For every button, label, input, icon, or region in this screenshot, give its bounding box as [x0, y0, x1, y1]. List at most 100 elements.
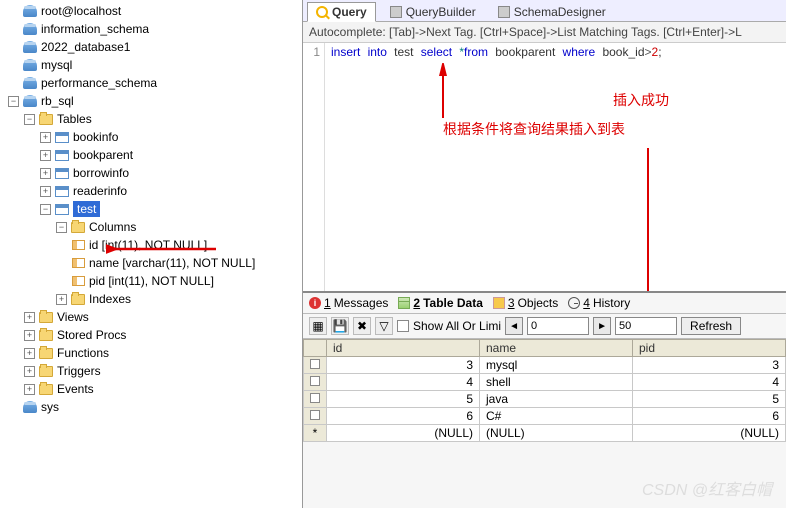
indexes-folder[interactable]: +Indexes	[4, 290, 302, 308]
row-checkbox[interactable]	[310, 393, 320, 403]
row-checkbox[interactable]	[310, 410, 320, 420]
database-icon	[23, 77, 37, 89]
db-node[interactable]: information_schema	[4, 20, 302, 38]
folder-icon	[39, 330, 53, 341]
expand-icon[interactable]: +	[40, 132, 51, 143]
annotation-success: 插入成功	[613, 90, 669, 110]
stored-procs-folder[interactable]: +Stored Procs	[4, 326, 302, 344]
querybuilder-tab[interactable]: QueryBuilder	[382, 3, 484, 21]
db-node[interactable]: 2022_database1	[4, 38, 302, 56]
column-node[interactable]: pid [int(11), NOT NULL]	[4, 272, 302, 290]
table-icon	[55, 204, 69, 215]
expand-icon[interactable]: +	[40, 186, 51, 197]
database-icon	[23, 59, 37, 71]
folder-icon	[39, 312, 53, 323]
col-header[interactable]: pid	[633, 340, 786, 357]
query-tab[interactable]: Query	[307, 2, 376, 22]
expand-icon[interactable]: +	[40, 168, 51, 179]
table-row[interactable]: 6C#6	[304, 408, 786, 425]
expand-icon[interactable]: +	[40, 150, 51, 161]
show-all-checkbox[interactable]	[397, 320, 409, 332]
col-header[interactable]: id	[327, 340, 480, 357]
page-start-input[interactable]	[527, 317, 589, 335]
watermark: CSDN @红客白帽	[642, 476, 772, 500]
page-size-input[interactable]	[615, 317, 677, 335]
objects-icon	[493, 297, 505, 309]
column-icon	[72, 240, 85, 250]
table-node[interactable]: +readerinfo	[4, 182, 302, 200]
tabledata-tab[interactable]: 2 Table Data	[398, 296, 482, 310]
toolbar-btn-1[interactable]: ▦	[309, 317, 327, 335]
prev-page-button[interactable]: ◄	[505, 317, 523, 335]
table-row[interactable]: 3mysql3	[304, 357, 786, 374]
row-checkbox[interactable]	[310, 359, 320, 369]
collapse-icon[interactable]: −	[8, 96, 19, 107]
server-icon	[23, 5, 37, 17]
table-node[interactable]: +bookinfo	[4, 128, 302, 146]
refresh-button[interactable]: Refresh	[681, 317, 741, 335]
expand-icon[interactable]: +	[24, 348, 35, 359]
info-icon: i	[309, 297, 321, 309]
collapse-icon[interactable]: −	[56, 222, 67, 233]
col-header[interactable]: name	[480, 340, 633, 357]
new-row[interactable]: *(NULL)(NULL)(NULL)	[304, 425, 786, 442]
folder-icon	[39, 366, 53, 377]
folder-icon	[71, 294, 85, 305]
editor-tabs: Query QueryBuilder SchemaDesigner	[303, 0, 786, 22]
sql-editor[interactable]: 1 insert into test select *from bookpare…	[303, 43, 786, 291]
querybuilder-icon	[390, 6, 402, 18]
folder-icon	[39, 384, 53, 395]
messages-tab[interactable]: i1 Messages	[309, 296, 388, 310]
database-icon	[23, 23, 37, 35]
line-gutter: 1	[303, 43, 325, 291]
folder-icon	[71, 222, 85, 233]
table-node[interactable]: +bookparent	[4, 146, 302, 164]
collapse-icon[interactable]: −	[40, 204, 51, 215]
table-node[interactable]: +borrowinfo	[4, 164, 302, 182]
table-node-selected[interactable]: −test	[4, 200, 302, 218]
sql-code[interactable]: insert into test select *from bookparent…	[325, 43, 786, 291]
table-icon	[55, 186, 69, 197]
connection-node[interactable]: root@localhost	[4, 2, 302, 20]
objects-tab[interactable]: 3 Objects	[493, 296, 558, 310]
triggers-folder[interactable]: +Triggers	[4, 362, 302, 380]
columns-folder[interactable]: −Columns	[4, 218, 302, 236]
db-node[interactable]: performance_schema	[4, 74, 302, 92]
folder-icon	[39, 114, 53, 125]
corner-cell[interactable]	[304, 340, 327, 357]
views-folder[interactable]: +Views	[4, 308, 302, 326]
database-icon	[23, 401, 37, 413]
column-icon	[72, 276, 85, 286]
functions-folder[interactable]: +Functions	[4, 344, 302, 362]
table-icon	[55, 150, 69, 161]
expand-icon[interactable]: +	[24, 384, 35, 395]
next-page-button[interactable]: ►	[593, 317, 611, 335]
table-row[interactable]: 4shell4	[304, 374, 786, 391]
result-grid[interactable]: idnamepid 3mysql3 4shell4 5java5 6C#6 *(…	[303, 339, 786, 442]
history-tab[interactable]: 4 History	[568, 296, 630, 310]
expand-icon[interactable]: +	[24, 312, 35, 323]
grid-icon	[398, 297, 410, 309]
magnifier-icon	[316, 6, 328, 18]
table-icon	[55, 132, 69, 143]
result-tabs: i1 Messages 2 Table Data 3 Objects 4 His…	[303, 293, 786, 314]
column-node[interactable]: name [varchar(11), NOT NULL]	[4, 254, 302, 272]
expand-icon[interactable]: +	[24, 366, 35, 377]
column-node[interactable]: id [int(11), NOT NULL]	[4, 236, 302, 254]
row-checkbox[interactable]	[310, 376, 320, 386]
schemadesigner-tab[interactable]: SchemaDesigner	[490, 3, 614, 21]
collapse-icon[interactable]: −	[24, 114, 35, 125]
db-node[interactable]: mysql	[4, 56, 302, 74]
db-node-open[interactable]: −rb_sql	[4, 92, 302, 110]
expand-icon[interactable]: +	[56, 294, 67, 305]
db-node[interactable]: sys	[4, 398, 302, 416]
events-folder[interactable]: +Events	[4, 380, 302, 398]
table-row[interactable]: 5java5	[304, 391, 786, 408]
toolbar-btn-filter[interactable]: ▽	[375, 317, 393, 335]
folder-icon	[39, 348, 53, 359]
toolbar-btn-save[interactable]: 💾	[331, 317, 349, 335]
tables-folder[interactable]: −Tables	[4, 110, 302, 128]
expand-icon[interactable]: +	[24, 330, 35, 341]
annotation-text: 根据条件将查询结果插入到表	[443, 119, 625, 139]
toolbar-btn-delete[interactable]: ✖	[353, 317, 371, 335]
